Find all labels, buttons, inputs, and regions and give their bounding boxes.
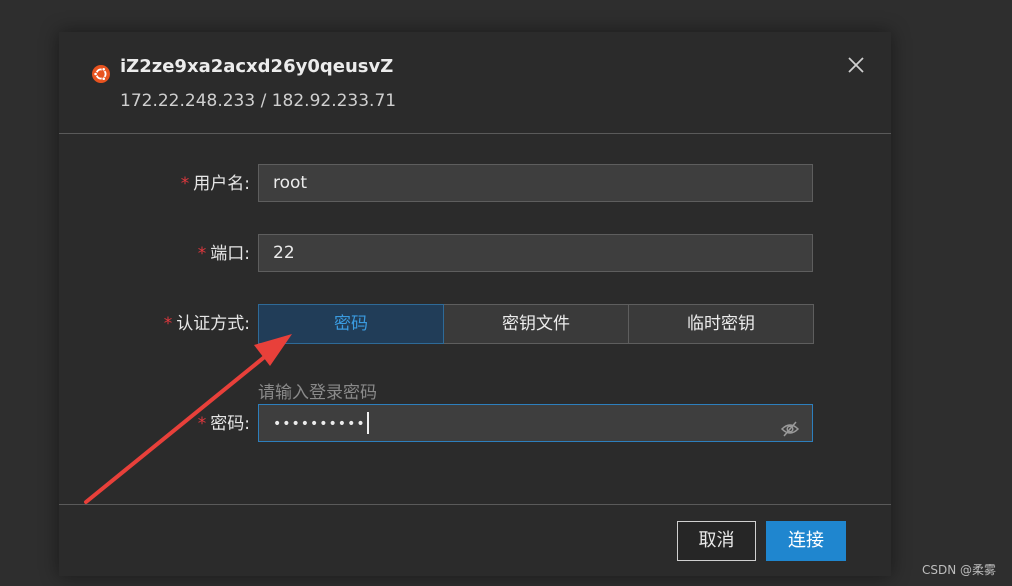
password-row: * 密码: ••••••••••	[59, 404, 891, 444]
port-row: * 端口: 22	[59, 234, 891, 274]
port-input[interactable]: 22	[258, 234, 813, 272]
required-mark: *	[163, 314, 173, 334]
username-label: * 用户名:	[180, 174, 250, 194]
auth-option-key-file[interactable]: 密钥文件	[444, 304, 629, 344]
auth-hint: 请输入登录密码	[258, 383, 377, 403]
auth-option-password[interactable]: 密码	[258, 304, 444, 344]
connect-button[interactable]: 连接	[766, 521, 846, 561]
required-mark: *	[197, 414, 207, 434]
auth-method-row: * 认证方式: 密码 密钥文件 临时密钥	[59, 304, 891, 344]
required-mark: *	[197, 244, 207, 264]
password-input[interactable]: ••••••••••	[258, 404, 813, 442]
host-name: iZ2ze9xa2acxd26y0qeusvZ	[120, 56, 394, 77]
text-caret	[366, 412, 369, 434]
dialog-footer: 取消 连接	[59, 504, 891, 577]
password-label: * 密码:	[197, 414, 250, 434]
auth-option-temp-key[interactable]: 临时密钥	[629, 304, 814, 344]
close-icon	[848, 57, 864, 73]
host-ip-addresses: 172.22.248.233 / 182.92.233.71	[120, 91, 397, 111]
username-input[interactable]: root	[258, 164, 813, 202]
ubuntu-icon	[92, 65, 110, 83]
dialog-header: iZ2ze9xa2acxd26y0qeusvZ 172.22.248.233 /…	[59, 32, 891, 134]
auth-method-selector: 密码 密钥文件 临时密钥	[258, 304, 814, 344]
required-mark: *	[180, 174, 190, 194]
auth-method-label: * 认证方式:	[163, 314, 250, 334]
cancel-button[interactable]: 取消	[677, 521, 756, 561]
port-label: * 端口:	[197, 244, 250, 264]
eye-slash-icon[interactable]	[780, 415, 800, 437]
password-value: ••••••••••	[273, 416, 366, 432]
username-row: * 用户名: root	[59, 164, 891, 204]
close-button[interactable]	[847, 56, 865, 74]
connection-dialog: iZ2ze9xa2acxd26y0qeusvZ 172.22.248.233 /…	[59, 32, 891, 576]
watermark: CSDN @柔雾	[921, 563, 996, 577]
